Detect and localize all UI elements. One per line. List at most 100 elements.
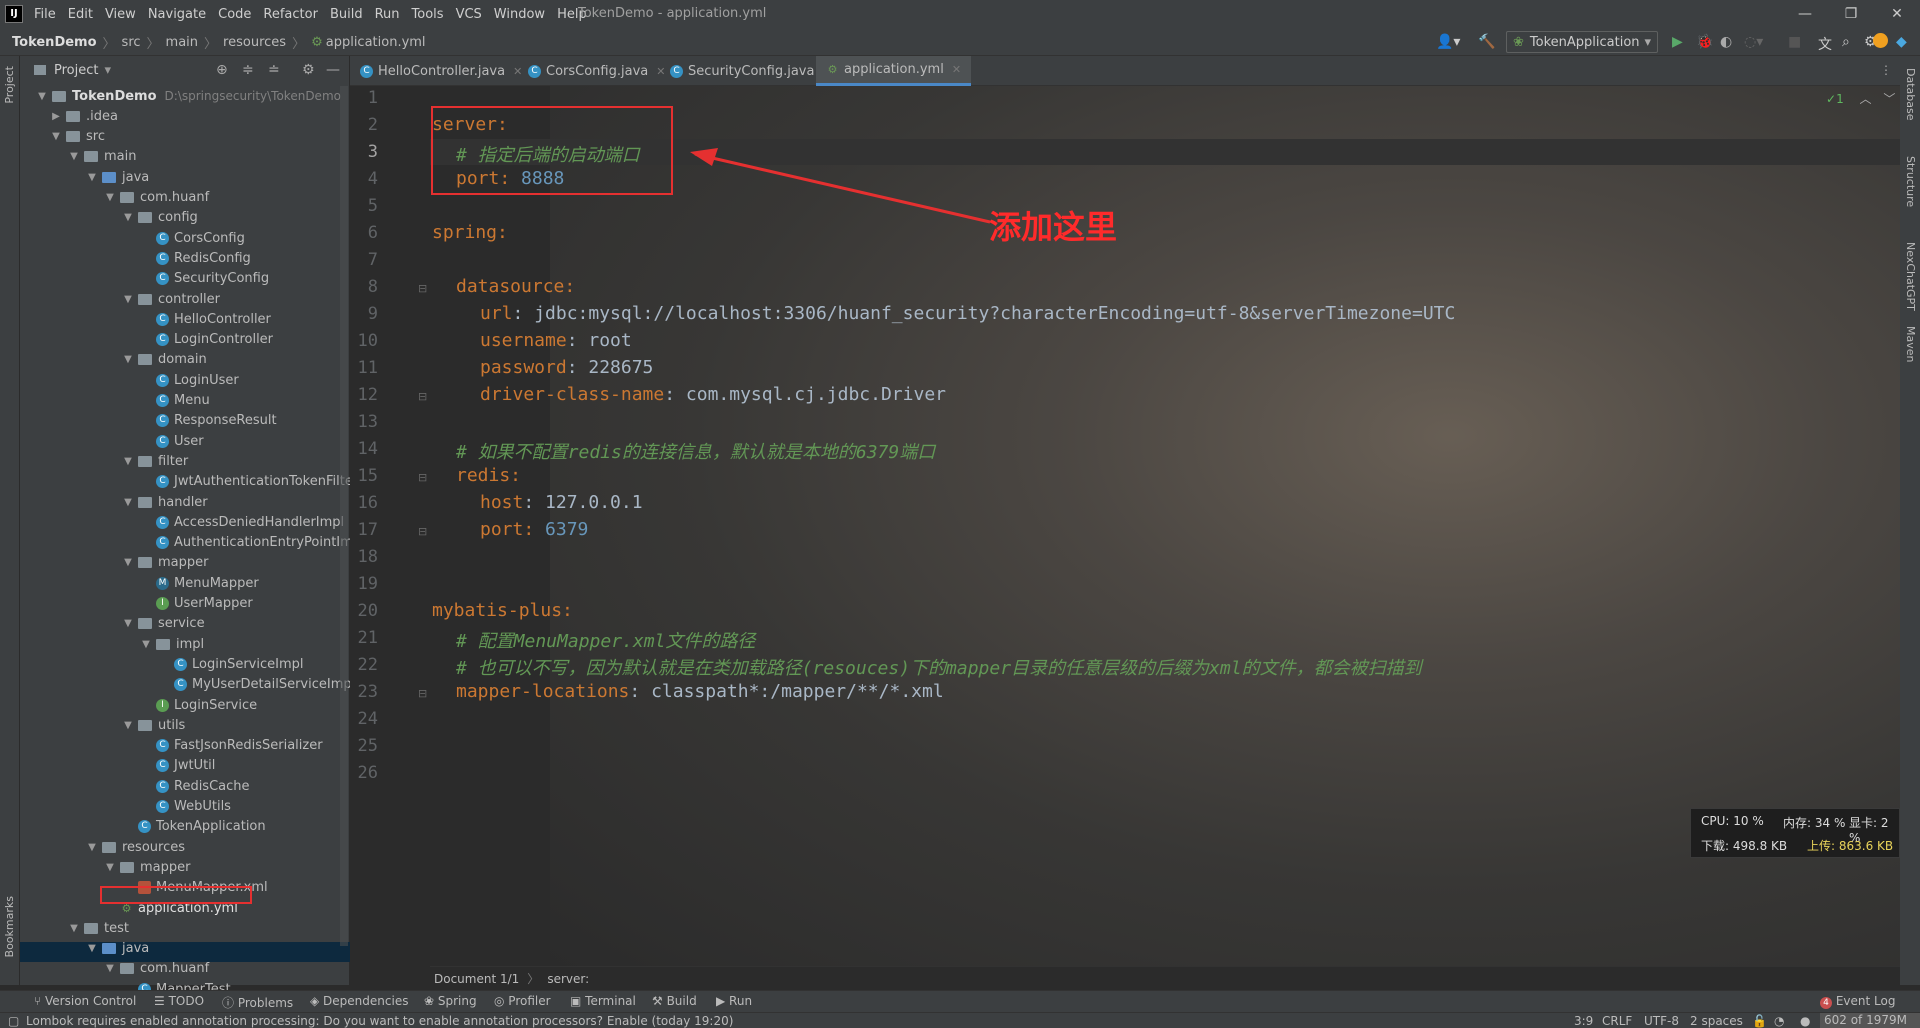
- system-monitor-widget: CPU: 10 % 内存: 34 % 显卡: 2 % 下载: 498.8 KB …: [1690, 808, 1900, 858]
- tree-item[interactable]: ▼ resources: [86, 837, 185, 857]
- annotation-arrow: [690, 148, 991, 224]
- tw-profiler[interactable]: ◎ Profiler: [494, 994, 551, 1008]
- profiler-icon: ◎: [494, 994, 509, 1008]
- tree-item-label: test: [104, 920, 129, 936]
- restore-icon[interactable]: ❐: [1828, 0, 1874, 28]
- stripe-nexchatgpt-tab[interactable]: NexChatGPT: [1904, 242, 1917, 311]
- memory-indicator[interactable]: 602 of 1979M: [1820, 1013, 1920, 1028]
- line-separator[interactable]: CRLF: [1602, 1014, 1632, 1028]
- stripe-database-tab[interactable]: Database: [1904, 68, 1917, 121]
- tw-problems[interactable]: ⓘ Problems: [222, 994, 293, 1011]
- hide-icon[interactable]: —: [326, 62, 340, 78]
- menu-refactor[interactable]: Refactor: [263, 7, 318, 22]
- expand-all-icon[interactable]: ≑: [242, 62, 254, 78]
- menu-navigate[interactable]: Navigate: [148, 7, 206, 22]
- tab-corsconfig[interactable]: C CorsConfig.java ✕: [518, 56, 675, 86]
- coverage-icon[interactable]: ◐: [1720, 34, 1732, 50]
- crumb-file[interactable]: application.yml: [326, 35, 426, 50]
- tw-dependencies[interactable]: ◈ Dependencies: [310, 994, 408, 1008]
- crumb-project[interactable]: TokenDemo: [12, 35, 97, 50]
- crumb-document[interactable]: Document 1/1: [434, 972, 519, 986]
- locate-icon[interactable]: ⊕: [216, 62, 228, 78]
- close-icon[interactable]: ✕: [952, 63, 961, 76]
- update-icon[interactable]: [1873, 33, 1888, 48]
- tw-event-log[interactable]: 4 Event Log: [1820, 994, 1895, 1009]
- crumb-main[interactable]: main: [166, 35, 198, 50]
- yaml-comment: # 也可以不写，因为默认就是在类加载路径(resouces)下的mapper目录…: [456, 658, 1422, 679]
- status-toggle-icon[interactable]: ▢: [8, 1014, 19, 1028]
- crumb-server[interactable]: server:: [547, 972, 589, 986]
- crumb-src[interactable]: src: [122, 35, 141, 50]
- tree-item[interactable]: ▼ java: [86, 939, 149, 959]
- minimize-icon[interactable]: —: [1782, 0, 1828, 28]
- menu-file[interactable]: File: [34, 7, 56, 22]
- tool-window-bar: ⑂ Version Control ☰ TODO ⓘ Problems ◈ De…: [0, 990, 1920, 1012]
- crumb-resources[interactable]: resources: [223, 35, 286, 50]
- run-icon[interactable]: ▶: [1672, 34, 1683, 50]
- tw-terminal[interactable]: ▣ Terminal: [570, 994, 636, 1008]
- run-configuration-select[interactable]: ❀ TokenApplication ▾: [1506, 31, 1658, 53]
- tab-hellocontroller[interactable]: C HelloController.java ✕: [350, 56, 532, 86]
- fold-marker-icon[interactable]: ⊟: [418, 282, 427, 295]
- fold-marker-icon[interactable]: ⊟: [418, 525, 427, 538]
- menu-vcs[interactable]: VCS: [456, 7, 482, 22]
- tree-item[interactable]: C TokenApplication: [122, 817, 266, 837]
- download-speed: 下载: 498.8 KB: [1701, 839, 1788, 853]
- spring-icon: ❀: [424, 994, 438, 1008]
- tree-item[interactable]: C WebUtils: [140, 797, 231, 817]
- translate-icon[interactable]: 文: [1818, 34, 1832, 54]
- status-message[interactable]: Lombok requires enabled annotation proce…: [26, 1014, 733, 1028]
- more-tabs-icon[interactable]: ⋮: [1880, 63, 1892, 77]
- indent-setting[interactable]: 2 spaces: [1690, 1014, 1743, 1028]
- inspection-widget[interactable]: ✓1 ︿ ﹀: [1826, 90, 1895, 107]
- tw-run[interactable]: ▶ Run: [716, 994, 752, 1008]
- close-icon[interactable]: ✕: [1874, 0, 1920, 28]
- stripe-structure-tab[interactable]: Structure: [1904, 156, 1917, 207]
- build-hammer-icon[interactable]: 🔨: [1478, 34, 1495, 50]
- chevron-down-icon[interactable]: ▾: [104, 63, 111, 78]
- code-line-10: username: root: [480, 330, 632, 351]
- search-icon[interactable]: ⌕: [1842, 34, 1850, 50]
- tw-version-control[interactable]: ⑂ Version Control: [34, 994, 136, 1008]
- user-icon[interactable]: 👤▾: [1436, 34, 1460, 50]
- menu-build[interactable]: Build: [330, 7, 363, 22]
- fold-marker-icon[interactable]: ⊟: [418, 390, 427, 403]
- file-encoding[interactable]: UTF-8: [1644, 1014, 1679, 1028]
- toolbox-icon[interactable]: ◆: [1896, 34, 1907, 50]
- gear-icon[interactable]: ⚙: [302, 62, 315, 78]
- stripe-maven-tab[interactable]: Maven: [1904, 326, 1917, 362]
- yaml-key-mybatis-plus: mybatis-plus:: [432, 600, 573, 621]
- fold-marker-icon[interactable]: ⊟: [418, 471, 427, 484]
- chevron-down-icon[interactable]: ﹀: [1883, 92, 1895, 106]
- fold-marker-icon[interactable]: ⊟: [418, 687, 427, 700]
- menu-run[interactable]: Run: [375, 7, 400, 22]
- inspection-count: 1: [1836, 92, 1844, 106]
- project-panel-title[interactable]: Project: [54, 63, 98, 78]
- class-icon: C: [360, 64, 373, 78]
- stop-icon[interactable]: ■: [1788, 34, 1801, 50]
- tab-application-yml[interactable]: ⚙ application.yml ✕: [816, 56, 972, 86]
- tab-securityconfig[interactable]: C SecurityConfig.java✕: [660, 56, 842, 86]
- debug-icon[interactable]: 🐞: [1696, 34, 1713, 50]
- chevron-up-icon[interactable]: ︿: [1860, 92, 1872, 106]
- chrome-icon[interactable]: ●: [1800, 1014, 1810, 1028]
- menu-code[interactable]: Code: [218, 7, 251, 22]
- collapse-all-icon[interactable]: ≐: [268, 62, 280, 78]
- code-line-20: mybatis-plus:: [432, 600, 573, 621]
- yaml-key-password: password: [480, 357, 567, 378]
- tree-item[interactable]: ▼ mapper: [104, 857, 190, 877]
- menu-tools[interactable]: Tools: [412, 7, 444, 22]
- stripe-bookmarks-tab[interactable]: Bookmarks: [3, 896, 16, 957]
- lock-icon[interactable]: 🔓: [1752, 1014, 1767, 1028]
- power-save-icon[interactable]: ◔: [1774, 1014, 1784, 1028]
- profile-icon[interactable]: ◌▾: [1744, 34, 1763, 50]
- tree-item[interactable]: ▼ com.huanf: [104, 959, 209, 979]
- tw-todo[interactable]: ☰ TODO: [154, 994, 204, 1008]
- tw-build[interactable]: ⚒ Build: [652, 994, 697, 1008]
- menu-view[interactable]: View: [105, 7, 136, 22]
- menu-edit[interactable]: Edit: [68, 7, 93, 22]
- tw-spring[interactable]: ❀ Spring: [424, 994, 477, 1008]
- caret-position[interactable]: 3:9: [1574, 1014, 1593, 1028]
- menu-window[interactable]: Window: [494, 7, 545, 22]
- tree-item[interactable]: ▼ test: [68, 918, 129, 938]
